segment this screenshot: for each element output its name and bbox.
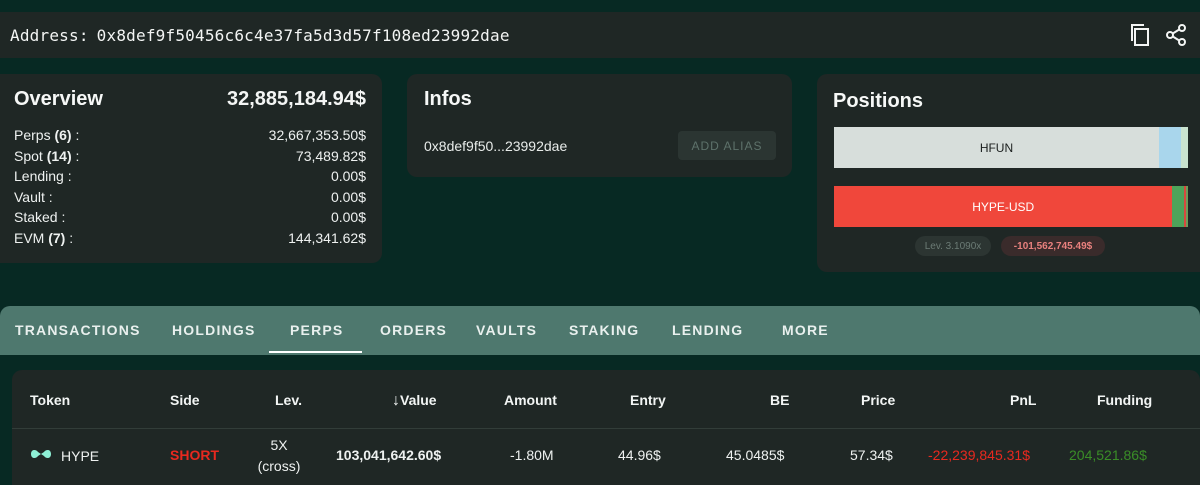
leverage-cell: 5X (cross) [250, 435, 308, 477]
address-value[interactable]: 0x8def9f50456c6c4e37fa5d3d57f108ed23992d… [97, 26, 510, 45]
funding-cell: 204,521.86$ [1069, 447, 1147, 463]
positions-title: Positions [833, 90, 924, 112]
overview-row-lending: Lending : 0.00$ [14, 166, 366, 187]
overview-row-staked: Staked : 0.00$ [14, 207, 366, 228]
tab-vaults[interactable]: VAULTS [476, 306, 537, 355]
column-header-side[interactable]: Side [170, 392, 200, 408]
leverage-pill: Lev. 3.1090x [915, 236, 991, 256]
tab-holdings[interactable]: HOLDINGS [172, 306, 256, 355]
row-suffix: : [71, 147, 80, 164]
pnl-cell: -22,239,845.31$ [928, 447, 1030, 463]
column-header-value[interactable]: ↓Value [392, 392, 437, 410]
active-tab-indicator [269, 351, 362, 353]
overview-total: 32,885,184.94$ [226, 88, 366, 110]
entry-cell: 44.96$ [618, 447, 661, 463]
row-suffix: : [71, 127, 80, 143]
position-bar-main-segment: HYPE-USD [834, 186, 1173, 227]
tab-transactions[interactable]: TRANSACTIONS [15, 306, 141, 355]
leverage-value: 5X [270, 437, 288, 453]
address-bar: Address: 0x8def9f50456c6c4e37fa5d3d57f108… [0, 12, 1200, 58]
row-value: 73,489.82$ [295, 147, 366, 164]
positions-card: Positions HFUN HYPE-USD Lev. 3.1090x -10… [817, 74, 1200, 272]
row-value: 0.00$ [330, 188, 366, 205]
address-text: Address: 0x8def9f50456c6c4e37fa5d3d57f108… [10, 26, 518, 45]
short-address: 0x8def9f50...23992dae [424, 138, 568, 154]
add-alias-button[interactable]: ADD ALIAS [678, 131, 776, 160]
position-bar-minor-segment [1158, 127, 1181, 168]
value-cell: 103,041,642.60$ [336, 447, 442, 463]
column-header-value-label: Value [400, 392, 437, 408]
row-suffix: : [65, 229, 74, 246]
overview-row-evm: EVM (7) : 144,341.62$ [14, 228, 366, 249]
position-bar-minor-segment [1186, 186, 1188, 227]
position-bar-label: HYPE-USD [972, 199, 1035, 214]
row-value: 0.00$ [330, 168, 366, 184]
row-count: (14) [46, 147, 72, 164]
row-label: Perps [14, 127, 51, 143]
row-value: 0.00$ [330, 209, 366, 225]
row-count: (6) [54, 127, 72, 143]
column-header-token[interactable]: Token [30, 392, 70, 408]
tab-orders[interactable]: ORDERS [380, 306, 447, 355]
pnl-pill: -101,562,745.49$ [1001, 236, 1105, 256]
overview-row-perps: Perps (6) : 32,667,353.50$ [14, 125, 366, 146]
row-count: (7) [48, 229, 66, 246]
column-header-be[interactable]: BE [770, 392, 789, 408]
position-bar-hype-usd[interactable]: HYPE-USD [834, 186, 1188, 227]
tab-bar: TRANSACTIONS HOLDINGS PERPS ORDERS VAULT… [0, 306, 1200, 355]
overview-row-vault: Vault : 0.00$ [14, 187, 366, 208]
position-bar-hfun[interactable]: HFUN [834, 127, 1188, 168]
position-bar-label: HFUN [979, 140, 1014, 155]
perps-table: Token Side Lev. ↓Value Amount Entry BE P… [12, 370, 1200, 485]
overview-row-spot: Spot (14) : 73,489.82$ [14, 146, 366, 167]
overview-rows: Perps (6) : 32,667,353.50$ Spot (14) : 7… [14, 125, 366, 248]
side-badge: SHORT [170, 447, 219, 463]
hyperliquid-logo-icon [29, 447, 53, 464]
address-label: Address: [10, 25, 89, 45]
column-header-lev[interactable]: Lev. [275, 392, 302, 408]
row-label: Lending : [14, 168, 72, 184]
column-header-amount[interactable]: Amount [504, 392, 557, 408]
token-cell[interactable]: HYPE [29, 447, 99, 464]
position-bar-main-segment: HFUN [834, 127, 1159, 168]
overview-card: Overview 32,885,184.94$ Perps (6) : 32,6… [0, 74, 382, 263]
share-icon[interactable] [1164, 22, 1188, 48]
row-label: EVM [14, 229, 45, 246]
row-value: 144,341.62$ [288, 229, 366, 246]
sort-arrow-down-icon: ↓ [392, 392, 400, 409]
column-header-entry[interactable]: Entry [630, 392, 666, 408]
table-header-divider [12, 428, 1200, 429]
be-cell: 45.0485$ [726, 447, 785, 463]
tab-perps[interactable]: PERPS [290, 306, 343, 355]
position-bar-minor-segment [1180, 127, 1188, 168]
tab-lending[interactable]: LENDING [672, 306, 743, 355]
token-name: HYPE [61, 447, 100, 464]
price-cell: 57.34$ [850, 447, 893, 463]
overview-title: Overview [14, 88, 103, 110]
row-label: Vault : [14, 188, 53, 205]
row-label: Spot [14, 147, 43, 164]
infos-card: Infos 0x8def9f50...23992dae ADD ALIAS [407, 74, 792, 177]
infos-title: Infos [424, 88, 472, 110]
column-header-price[interactable]: Price [861, 392, 895, 408]
row-label: Staked : [14, 209, 66, 225]
amount-cell: -1.80M [510, 447, 554, 463]
column-header-pnl[interactable]: PnL [1010, 392, 1036, 408]
copy-icon[interactable] [1128, 22, 1152, 48]
tab-more[interactable]: MORE [782, 306, 829, 355]
column-header-funding[interactable]: Funding [1097, 392, 1152, 408]
leverage-mode: (cross) [257, 458, 301, 474]
position-bar-minor-segment [1172, 186, 1185, 227]
row-value: 32,667,353.50$ [268, 127, 366, 143]
tab-staking[interactable]: STAKING [569, 306, 639, 355]
